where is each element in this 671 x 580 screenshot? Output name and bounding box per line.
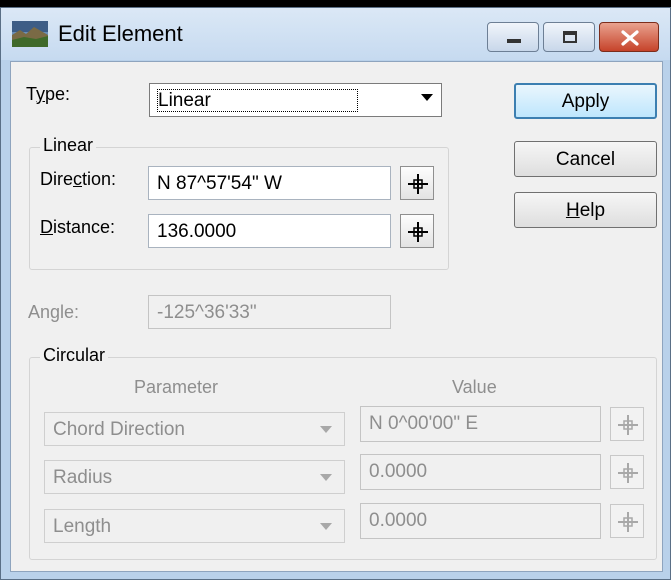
- crosshair-icon: [618, 463, 638, 483]
- edit-element-window: Edit Element Type: Linear Linear Directi…: [0, 7, 671, 580]
- close-button[interactable]: [599, 22, 659, 52]
- type-dropdown-value: Linear: [157, 89, 358, 112]
- minimize-button[interactable]: [487, 22, 539, 52]
- parameter-dropdown: Length: [44, 509, 345, 543]
- parameter-pick-button: [610, 504, 644, 538]
- distance-input[interactable]: 136.0000: [148, 214, 391, 248]
- crosshair-icon: [408, 222, 428, 242]
- distance-pick-button[interactable]: [400, 214, 434, 248]
- parameter-value-input: 0.0000: [360, 454, 601, 490]
- type-label: Type:: [26, 84, 71, 104]
- parameter-dropdown-value: Chord Direction: [53, 419, 185, 440]
- title-bar[interactable]: Edit Element: [1, 8, 670, 60]
- crosshair-icon: [408, 174, 428, 194]
- parameter-column-header: Parameter: [134, 377, 219, 397]
- chevron-down-icon: [320, 474, 332, 481]
- chevron-down-icon: [320, 426, 332, 433]
- minimize-icon: [507, 39, 521, 43]
- parameter-dropdown-value: Length: [53, 516, 112, 537]
- parameter-dropdown-value: Radius: [53, 467, 113, 488]
- linear-group-title: Linear: [40, 135, 97, 156]
- landscape-app-icon: [12, 21, 48, 47]
- parameter-value-input: 0.0000: [360, 503, 601, 539]
- chevron-down-icon: [320, 523, 332, 530]
- maximize-icon: [563, 31, 577, 43]
- direction-input[interactable]: N 87^57'54" W: [148, 166, 391, 200]
- crosshair-icon: [618, 415, 638, 435]
- apply-button[interactable]: Apply: [514, 83, 657, 119]
- help-button[interactable]: Help: [514, 192, 657, 228]
- direction-label: Direction:: [40, 169, 117, 189]
- parameter-dropdown: Radius: [44, 460, 345, 494]
- angle-label: Angle:: [28, 302, 80, 322]
- circular-group-title: Circular: [40, 345, 109, 366]
- parameter-dropdown: Chord Direction: [44, 412, 345, 446]
- window-title: Edit Element: [58, 21, 183, 46]
- type-dropdown[interactable]: Linear: [149, 83, 442, 117]
- value-column-header: Value: [452, 377, 497, 397]
- cancel-button[interactable]: Cancel: [514, 141, 657, 177]
- crosshair-icon: [618, 512, 638, 532]
- parameter-value-input: N 0^00'00" E: [360, 406, 601, 442]
- parameter-pick-button: [610, 407, 644, 441]
- angle-input: -125^36'33": [148, 295, 391, 329]
- direction-pick-button[interactable]: [400, 166, 434, 200]
- chevron-down-icon: [421, 94, 433, 101]
- parameter-pick-button: [610, 455, 644, 489]
- dialog-client-area: Type: Linear Linear Direction: N 87^57'5…: [10, 61, 663, 572]
- distance-label: Distance:: [40, 217, 116, 237]
- close-icon: [621, 30, 639, 46]
- maximize-button[interactable]: [543, 22, 595, 52]
